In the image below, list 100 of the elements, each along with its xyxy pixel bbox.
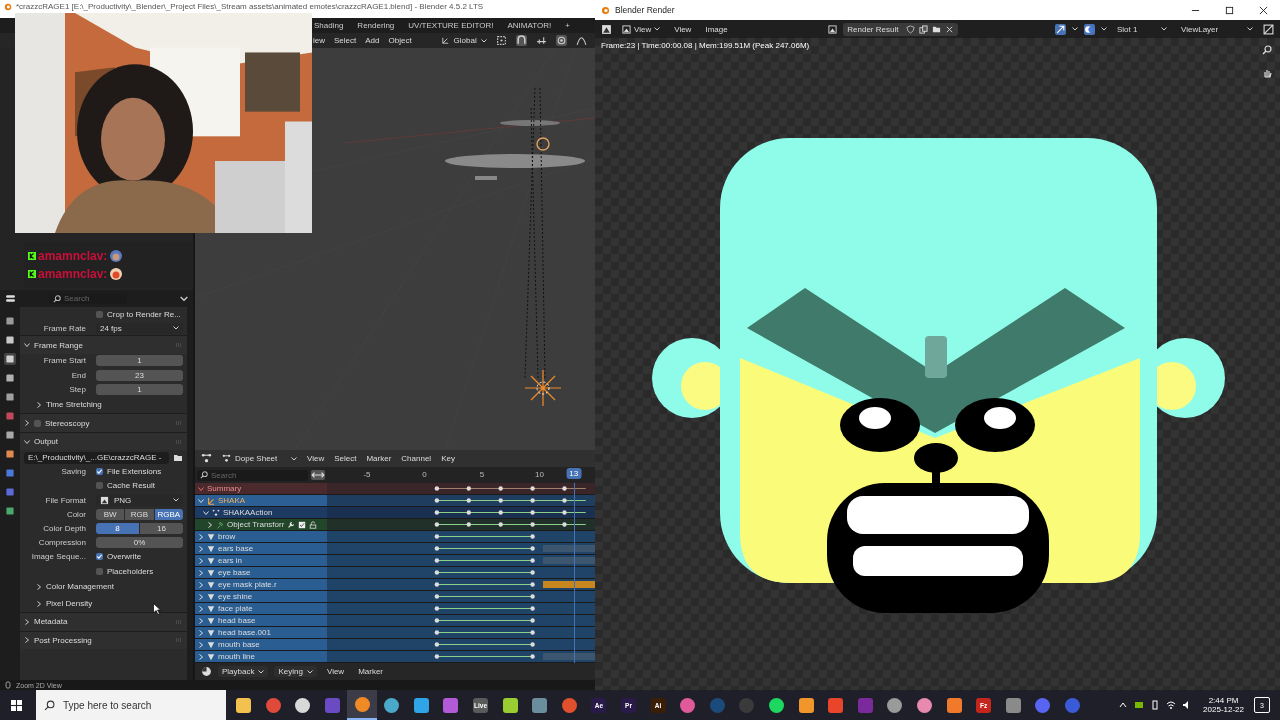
channel-row[interactable]: face plate — [195, 603, 327, 614]
toggle-button[interactable]: RGBA — [154, 508, 183, 520]
wifi-icon[interactable] — [1166, 700, 1177, 710]
caret-icon[interactable] — [1072, 27, 1078, 31]
checkbox-icon[interactable] — [298, 520, 307, 529]
chevron-up-icon[interactable] — [1118, 700, 1129, 710]
orientation-dropdown[interactable]: Global — [440, 36, 487, 45]
clock[interactable]: 2:44 PM 2025-12-22 — [1203, 696, 1244, 714]
menu-item[interactable]: Object — [388, 36, 412, 45]
toggle-button[interactable]: RGB — [125, 508, 154, 520]
drag-handle-icon[interactable] — [175, 421, 183, 426]
subpanel-header[interactable]: Color Management — [20, 578, 187, 596]
menu-item[interactable]: View — [322, 666, 349, 677]
checkbox-option[interactable]: File Extensions — [90, 467, 162, 477]
menu-item[interactable]: Image — [701, 24, 732, 34]
search-input[interactable]: Type here to search — [63, 699, 218, 711]
folder-icon[interactable] — [173, 453, 183, 462]
properties-tab-icon[interactable] — [4, 467, 16, 479]
editor-type-icon[interactable] — [201, 453, 212, 464]
dropdown[interactable]: 24 fps — [96, 322, 183, 334]
number-field[interactable]: 1 — [96, 355, 183, 367]
slider-field[interactable]: 0% — [96, 537, 183, 549]
workspace-tab[interactable]: Shading — [314, 21, 344, 30]
taskbar-app[interactable] — [347, 690, 377, 720]
channel-row[interactable]: eye mask plate.r — [195, 579, 327, 590]
lock-icon[interactable] — [309, 520, 318, 529]
checkbox-option[interactable]: Crop to Render Re... — [90, 309, 181, 319]
zoom-icon[interactable] — [1262, 45, 1272, 55]
drag-handle-icon[interactable] — [175, 619, 183, 624]
workspace-tab[interactable]: + — [565, 21, 570, 30]
menu-item[interactable]: View — [618, 24, 665, 34]
proportional-edit-icon[interactable] — [555, 35, 567, 46]
checkbox[interactable] — [96, 310, 103, 318]
swap-icon[interactable] — [311, 470, 325, 480]
snap-icon[interactable] — [515, 35, 527, 46]
checkbox[interactable] — [34, 419, 41, 427]
drag-handle-icon[interactable] — [175, 638, 183, 643]
gpu-icon[interactable] — [1134, 700, 1145, 710]
drag-handle-icon[interactable] — [175, 439, 183, 444]
checkbox-option[interactable]: Overwrite — [90, 552, 142, 562]
checkbox[interactable] — [96, 553, 103, 561]
folder-icon[interactable] — [932, 24, 942, 34]
checkbox[interactable] — [96, 468, 103, 476]
dropdown[interactable]: PNG — [96, 494, 183, 506]
editor-type-icon[interactable] — [5, 293, 16, 304]
channel-row[interactable]: brow — [195, 531, 327, 542]
search-box[interactable]: Type here to search — [36, 690, 226, 720]
drag-handle-icon[interactable] — [175, 343, 183, 348]
view-layer-dropdown[interactable]: ViewLayer — [1177, 24, 1257, 34]
search-input[interactable]: Search — [64, 294, 123, 303]
channel-row[interactable]: head base — [195, 615, 327, 626]
menu-item[interactable]: Marker — [366, 454, 392, 463]
toggle-button[interactable]: BW — [96, 508, 125, 520]
hand-icon[interactable] — [1262, 68, 1272, 78]
channel-row[interactable]: mouth base — [195, 639, 327, 650]
subpanel-header[interactable]: Time Stretching — [20, 396, 187, 414]
search-box[interactable]: Search — [49, 293, 127, 304]
properties-tab-icon[interactable] — [4, 391, 16, 403]
menu-item[interactable]: Select — [334, 454, 357, 463]
menu-item[interactable]: Marker — [354, 666, 388, 677]
channel-row[interactable]: Summary — [195, 483, 327, 494]
menu-item[interactable]: View — [307, 454, 325, 463]
properties-tab-icon[interactable] — [4, 448, 16, 460]
wrench-icon[interactable] — [287, 520, 296, 529]
channel-row[interactable]: eye base — [195, 567, 327, 578]
properties-tab-icon[interactable] — [4, 353, 16, 365]
start-icon[interactable] — [11, 699, 22, 711]
menu-item[interactable]: Select — [334, 36, 357, 45]
overlay-toggle-icon[interactable] — [1084, 23, 1095, 35]
caret-icon[interactable] — [1101, 27, 1107, 31]
falloff-icon[interactable] — [575, 35, 587, 46]
channel-row[interactable]: ears in — [195, 555, 327, 566]
display-channels-icon[interactable] — [1263, 23, 1274, 35]
channel-row[interactable]: head base.001 — [195, 627, 327, 638]
channel-row[interactable]: eye shine — [195, 591, 327, 602]
number-field[interactable]: 23 — [96, 369, 183, 381]
gizmo-toggle-icon[interactable] — [1055, 23, 1066, 35]
menu-item[interactable]: Channel — [401, 454, 432, 463]
toggle-button[interactable]: 8 — [96, 522, 139, 534]
timeline-icon[interactable] — [201, 666, 212, 677]
channel-row[interactable]: Object Transforr — [195, 519, 327, 530]
workspace-tab[interactable]: Rendering — [357, 21, 395, 30]
menu-item[interactable]: Key — [441, 454, 455, 463]
menu-item[interactable]: Playback — [218, 666, 269, 677]
snap-target-icon[interactable] — [535, 35, 547, 46]
options-caret-icon[interactable] — [180, 295, 188, 302]
duplicate-icon[interactable] — [919, 24, 929, 34]
menu-item[interactable]: iew — [313, 36, 325, 45]
checkbox-option[interactable]: Cache Result — [90, 481, 156, 491]
shield-icon[interactable] — [906, 24, 916, 34]
panel-header[interactable]: Stereoscopy — [20, 413, 187, 432]
editor-type-icon[interactable] — [601, 23, 612, 35]
channel-row[interactable]: ears base — [195, 543, 327, 554]
properties-tab-icon[interactable] — [4, 334, 16, 346]
properties-tab-icon[interactable] — [4, 429, 16, 441]
pivot-icon[interactable] — [495, 35, 507, 46]
number-field[interactable]: 1 — [96, 383, 183, 395]
properties-tab-icon[interactable] — [4, 372, 16, 384]
channel-row[interactable]: mouth line — [195, 651, 327, 662]
properties-tab-icon[interactable] — [4, 315, 16, 327]
